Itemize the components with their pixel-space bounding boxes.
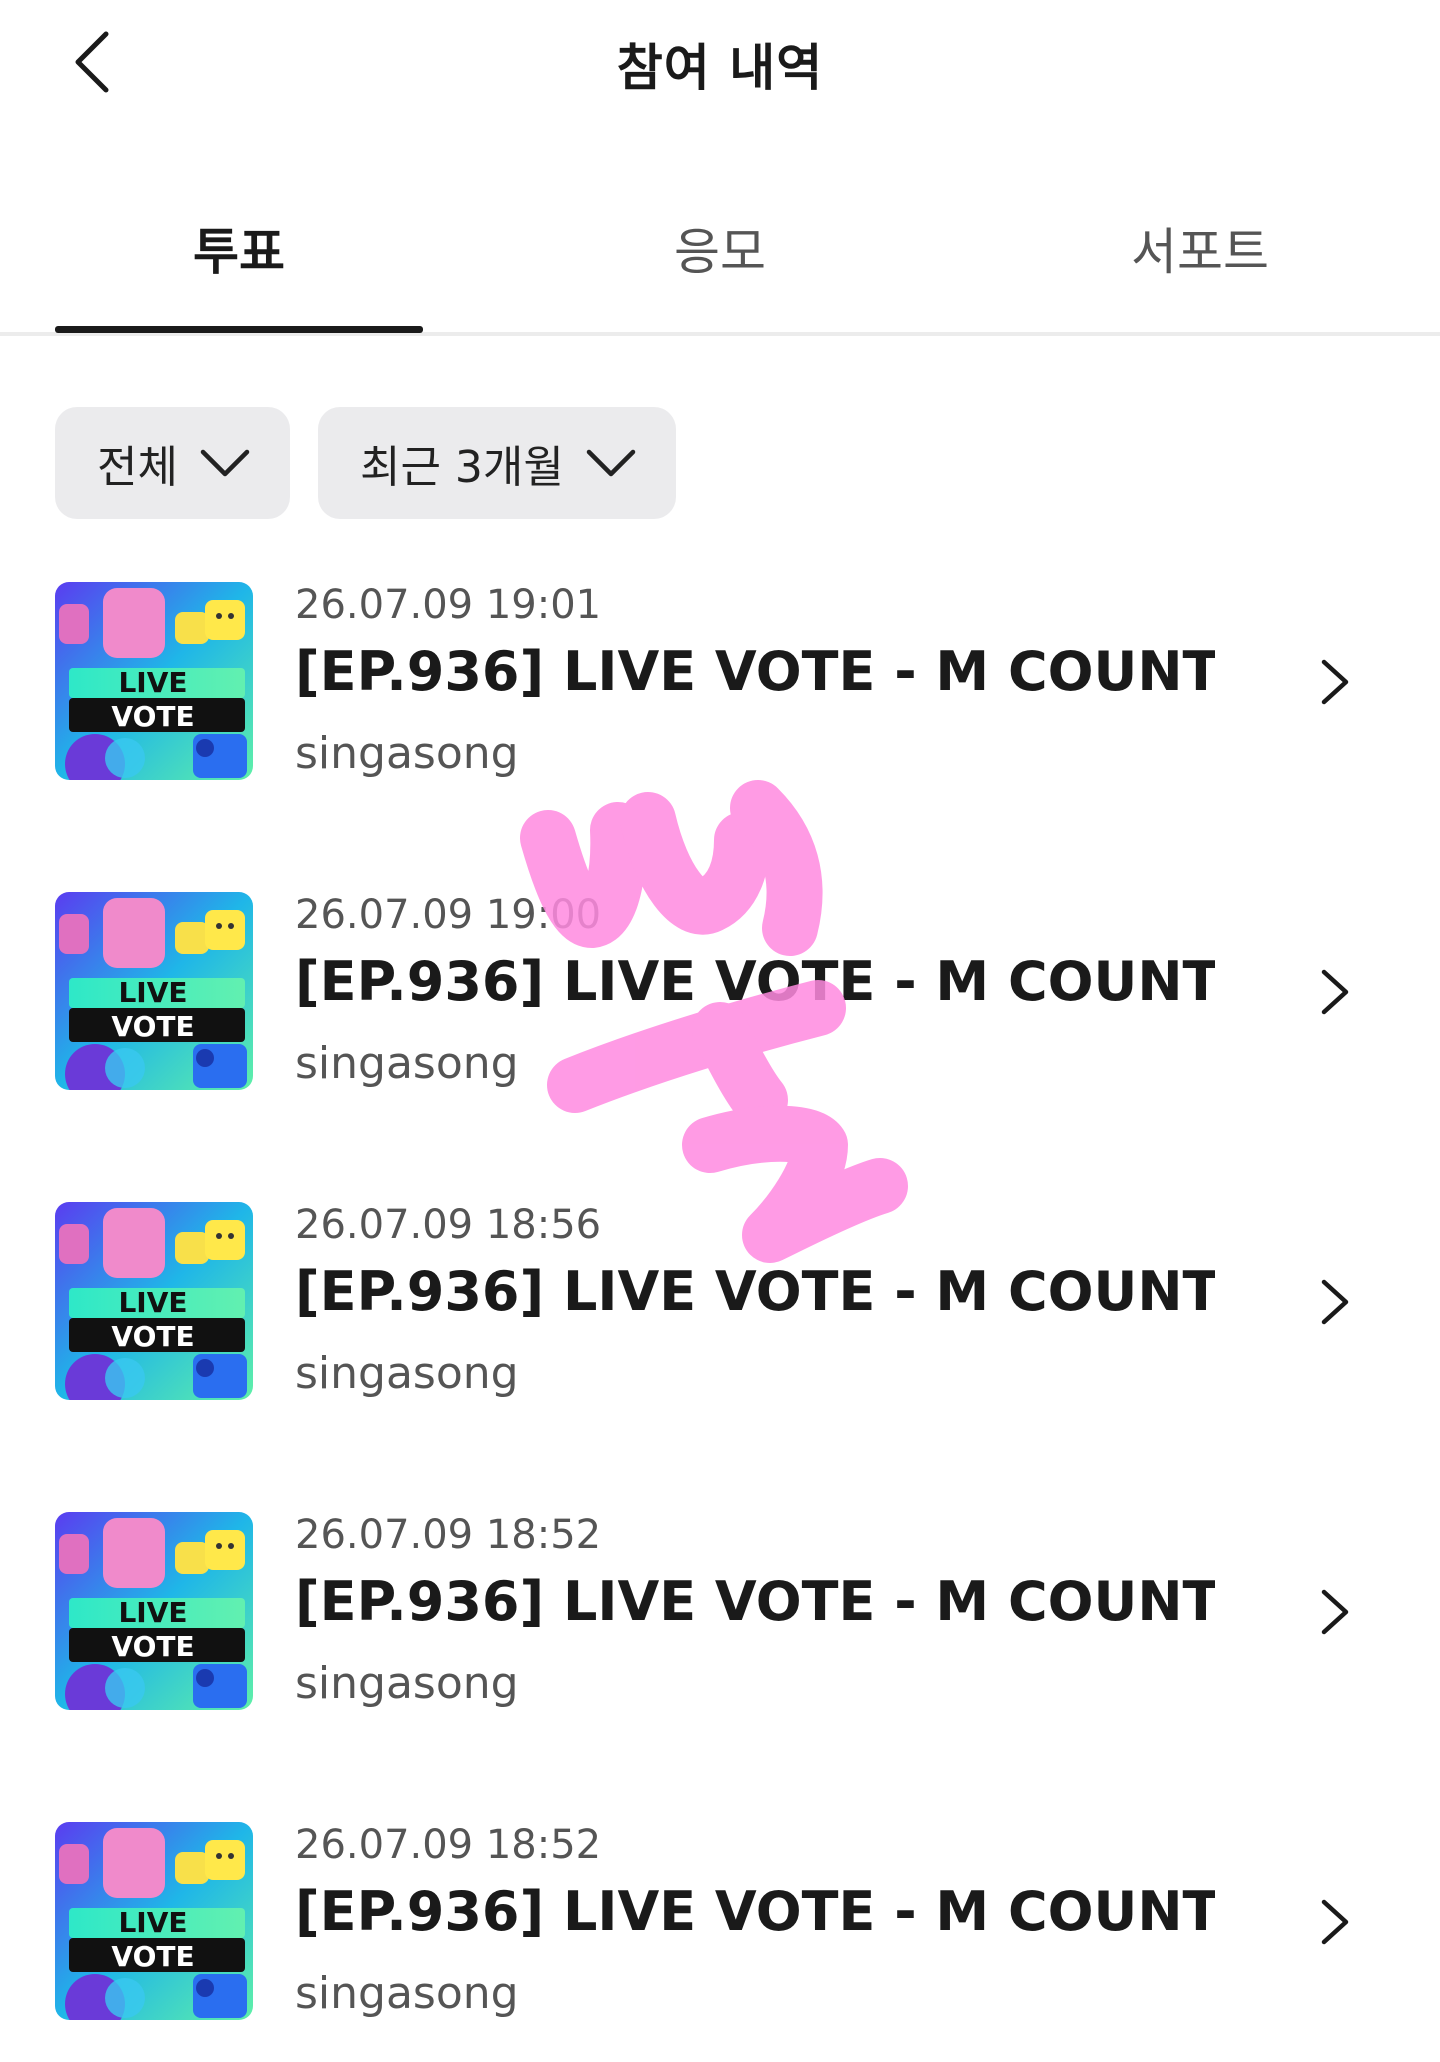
item-date: 26.07.09 18:56 [295, 1202, 602, 1248]
thumb-text-live: LIVE [118, 1596, 187, 1629]
tab-entry[interactable]: 응모 [536, 212, 904, 284]
period-filter-dropdown[interactable]: 최근 3개월 [317, 407, 676, 519]
period-filter-label: 최근 3개월 [359, 442, 564, 493]
item-title: [EP.936] LIVE VOTE - M COUNTD... [295, 950, 1215, 1013]
list-item[interactable]: LIVE VOTE 26.07.09 19:01 [EP.936] LIVE V… [0, 582, 1440, 780]
thumbnail: LIVE VOTE [55, 1202, 253, 1400]
thumb-text-live: LIVE [118, 666, 187, 699]
thumb-text-live: LIVE [118, 1906, 187, 1939]
item-date: 26.07.09 19:00 [295, 892, 602, 938]
type-filter-label: 전체 [97, 442, 178, 493]
tab-bar: 투표 응모 서포트 [0, 190, 1440, 336]
item-artist: singasong [295, 1968, 519, 2019]
chevron-right-icon [1321, 969, 1349, 1015]
tab-support[interactable]: 서포트 [1016, 212, 1384, 284]
item-date: 26.07.09 18:52 [295, 1512, 602, 1558]
chevron-down-icon [586, 449, 636, 477]
item-artist: singasong [295, 1038, 519, 1089]
item-title: [EP.936] LIVE VOTE - M COUNTD... [295, 640, 1215, 703]
live-vote-artwork: LIVE VOTE [55, 1822, 253, 2020]
chevron-down-icon [200, 449, 250, 477]
thumbnail: LIVE VOTE [55, 582, 253, 780]
thumb-text-live: LIVE [118, 1286, 187, 1319]
thumb-text-vote: VOTE [111, 700, 194, 733]
live-vote-artwork: LIVE VOTE [55, 1512, 253, 1710]
thumbnail: LIVE VOTE [55, 892, 253, 1090]
live-vote-artwork: LIVE VOTE [55, 582, 253, 780]
thumb-text-vote: VOTE [111, 1940, 194, 1973]
live-vote-artwork: LIVE VOTE [55, 892, 253, 1090]
page-title: 참여 내역 [616, 39, 824, 97]
filter-bar: 전체 최근 3개월 [55, 407, 676, 519]
thumb-text-vote: VOTE [111, 1320, 194, 1353]
list-item[interactable]: LIVE VOTE 26.07.09 18:56 [EP.936] LIVE V… [0, 1202, 1440, 1400]
thumb-text-vote: VOTE [111, 1630, 194, 1663]
item-date: 26.07.09 19:01 [295, 582, 602, 628]
active-tab-indicator [55, 326, 423, 333]
chevron-right-icon [1321, 1899, 1349, 1945]
thumbnail: LIVE VOTE [55, 1512, 253, 1710]
chevron-right-icon [1321, 1279, 1349, 1325]
chevron-right-icon [1321, 659, 1349, 705]
header: 참여 내역 [0, 0, 1440, 130]
item-artist: singasong [295, 728, 519, 779]
chevron-right-icon [1321, 1589, 1349, 1635]
item-artist: singasong [295, 1348, 519, 1399]
tab-vote[interactable]: 투표 [55, 212, 423, 284]
thumb-text-live: LIVE [118, 976, 187, 1009]
type-filter-dropdown[interactable]: 전체 [55, 407, 290, 519]
list-item[interactable]: LIVE VOTE 26.07.09 18:52 [EP.936] LIVE V… [0, 1822, 1440, 2020]
item-title: [EP.936] LIVE VOTE - M COUNTD... [295, 1880, 1215, 1943]
item-title: [EP.936] LIVE VOTE - M COUNTD... [295, 1570, 1215, 1633]
list-item[interactable]: LIVE VOTE 26.07.09 18:52 [EP.936] LIVE V… [0, 1512, 1440, 1710]
live-vote-artwork: LIVE VOTE [55, 1202, 253, 1400]
thumbnail: LIVE VOTE [55, 1822, 253, 2020]
item-title: [EP.936] LIVE VOTE - M COUNTD... [295, 1260, 1215, 1323]
list-item[interactable]: LIVE VOTE 26.07.09 19:00 [EP.936] LIVE V… [0, 892, 1440, 1090]
item-artist: singasong [295, 1658, 519, 1709]
item-date: 26.07.09 18:52 [295, 1822, 602, 1868]
thumb-text-vote: VOTE [111, 1010, 194, 1043]
